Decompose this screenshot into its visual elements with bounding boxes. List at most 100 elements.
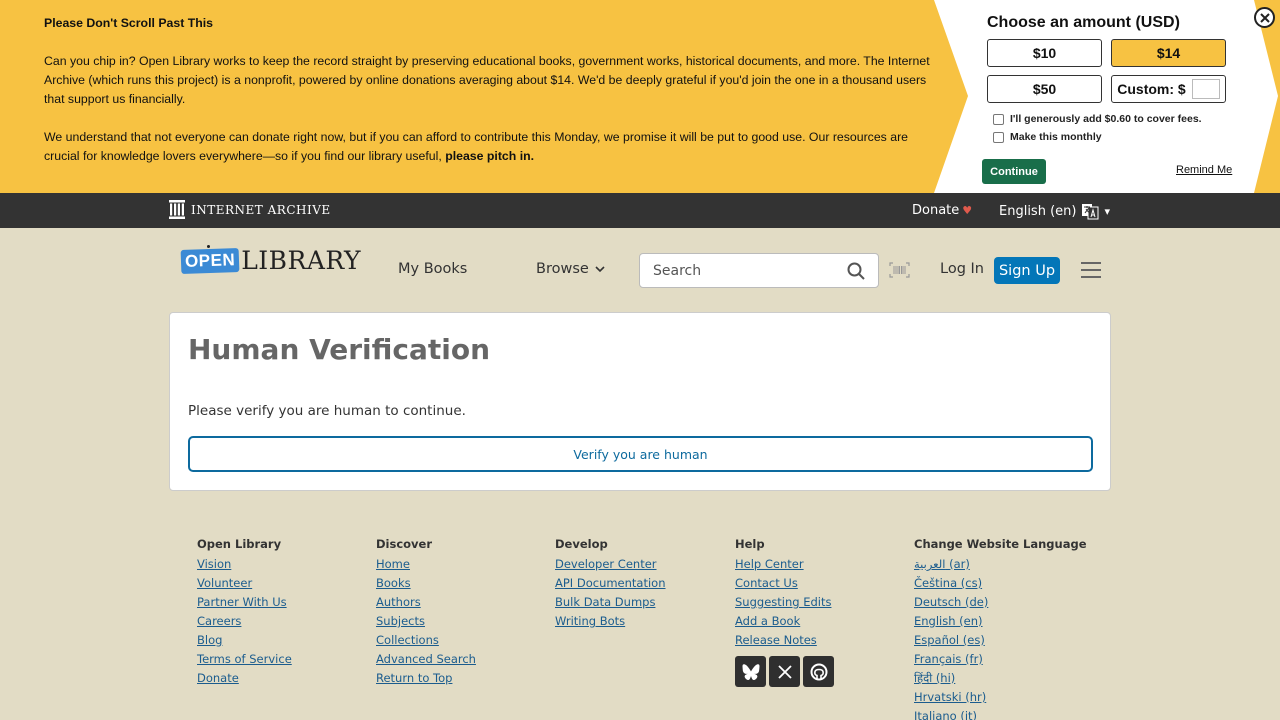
github-icon: [810, 663, 827, 680]
footer-column-language: Change Website Language العربية (ar) Češ…: [914, 537, 1087, 720]
footer-link-lang-ar[interactable]: العربية (ar): [914, 555, 1087, 574]
open-library-logo[interactable]: OPEN LIBRARY: [180, 246, 361, 275]
footer-link-careers[interactable]: Careers: [197, 612, 292, 631]
chevron-down-icon: ▾: [1104, 204, 1110, 218]
footer-heading: Help: [735, 537, 765, 551]
footer-link-home[interactable]: Home: [376, 555, 476, 574]
ia-donate-link[interactable]: Donate ♥: [912, 203, 972, 218]
footer-link-authors[interactable]: Authors: [376, 593, 476, 612]
footer-link-lang-hi[interactable]: हिंदी (hi): [914, 669, 1087, 688]
monthly-label: Make this monthly: [1010, 131, 1102, 143]
footer-link-bulk-data[interactable]: Bulk Data Dumps: [555, 593, 666, 612]
amount-14-button[interactable]: $14: [1111, 39, 1226, 67]
footer-link-lang-de[interactable]: Deutsch (de): [914, 593, 1087, 612]
footer-link-advanced-search[interactable]: Advanced Search: [376, 650, 476, 669]
bluesky-link[interactable]: [735, 656, 766, 687]
footer-column-discover: Discover Home Books Authors Subjects Col…: [376, 537, 476, 688]
log-in-link[interactable]: Log In: [940, 261, 984, 277]
footer-link-volunteer[interactable]: Volunteer: [197, 574, 292, 593]
search-input[interactable]: [653, 261, 833, 281]
banner-message: Please Don't Scroll Past This Can you ch…: [44, 14, 934, 185]
footer-link-lang-es[interactable]: Español (es): [914, 631, 1087, 650]
barcode-icon: [889, 262, 910, 278]
logo-library-text: LIBRARY: [241, 246, 361, 275]
heart-icon: ♥: [962, 204, 973, 217]
footer-link-return-top[interactable]: Return to Top: [376, 669, 476, 688]
continue-button[interactable]: Continue: [982, 159, 1046, 184]
footer-link-lang-hr[interactable]: Hrvatski (hr): [914, 688, 1087, 707]
footer-link-writing-bots[interactable]: Writing Bots: [555, 612, 666, 631]
footer-link-lang-it[interactable]: Italiano (it): [914, 707, 1087, 720]
barcode-scanner-button[interactable]: [889, 262, 910, 282]
footer-link-contact[interactable]: Contact Us: [735, 574, 834, 593]
bluesky-icon: [742, 663, 759, 680]
monthly-option[interactable]: Make this monthly: [993, 131, 1102, 143]
amount-50-button[interactable]: $50: [987, 75, 1102, 103]
custom-amount-label: Custom: $: [1117, 81, 1186, 97]
footer-link-api-docs[interactable]: API Documentation: [555, 574, 666, 593]
pitch-in-text: please pitch in.: [445, 149, 535, 163]
footer-link-books[interactable]: Books: [376, 574, 476, 593]
cover-fees-label: I'll generously add $0.60 to cover fees.: [1010, 113, 1202, 125]
monthly-checkbox[interactable]: [993, 131, 1004, 143]
ia-donate-label: Donate: [912, 203, 960, 218]
footer-link-subjects[interactable]: Subjects: [376, 612, 476, 631]
footer-link-lang-cs[interactable]: Čeština (cs): [914, 574, 1087, 593]
footer-link-terms[interactable]: Terms of Service: [197, 650, 292, 669]
browse-menu[interactable]: Browse: [536, 261, 605, 277]
github-link[interactable]: [803, 656, 834, 687]
footer-column-help: Help Help Center Contact Us Suggesting E…: [735, 537, 834, 687]
footer-link-lang-fr[interactable]: Français (fr): [914, 650, 1087, 669]
chevron-down-icon: [595, 265, 605, 272]
footer-link-help-center[interactable]: Help Center: [735, 555, 834, 574]
banner-paragraph-1: Can you chip in? Open Library works to k…: [44, 54, 930, 106]
search-button[interactable]: [847, 262, 865, 284]
social-links: [735, 656, 834, 687]
custom-amount-input[interactable]: [1191, 79, 1220, 99]
verify-human-button[interactable]: Verify you are human: [188, 436, 1093, 472]
footer-link-lang-en[interactable]: English (en): [914, 612, 1087, 631]
translate-icon: [1082, 204, 1099, 220]
amount-10-button[interactable]: $10: [987, 39, 1102, 67]
footer-link-donate[interactable]: Donate: [197, 669, 292, 688]
footer-link-vision[interactable]: Vision: [197, 555, 292, 574]
hamburger-menu-icon[interactable]: [1081, 262, 1101, 278]
footer-link-blog[interactable]: Blog: [197, 631, 292, 650]
verification-card: Human Verification Please verify you are…: [169, 312, 1111, 491]
footer-heading: Discover: [376, 537, 433, 551]
search-icon: [847, 262, 865, 280]
sign-up-button[interactable]: Sign Up: [994, 257, 1060, 284]
footer-link-suggesting-edits[interactable]: Suggesting Edits: [735, 593, 834, 612]
internet-archive-text: INTERNET ARCHIVE: [191, 202, 331, 217]
remind-me-link[interactable]: Remind Me: [1176, 164, 1232, 176]
amount-title: Choose an amount (USD): [987, 14, 1180, 31]
x-icon: [777, 664, 792, 679]
footer-link-collections[interactable]: Collections: [376, 631, 476, 650]
my-books-link[interactable]: My Books: [398, 261, 467, 277]
close-banner-button[interactable]: [1254, 7, 1275, 28]
internet-archive-logo[interactable]: INTERNET ARCHIVE: [169, 200, 331, 219]
footer-heading: Develop: [555, 537, 608, 551]
cover-fees-option[interactable]: I'll generously add $0.60 to cover fees.: [993, 113, 1202, 125]
footer-heading: Change Website Language: [914, 537, 1087, 551]
footer-heading: Open Library: [197, 537, 282, 551]
footer-link-release-notes[interactable]: Release Notes: [735, 631, 834, 650]
banner-paragraph-2: We understand that not everyone can dona…: [44, 128, 934, 166]
x-link[interactable]: [769, 656, 800, 687]
footer-link-developer-center[interactable]: Developer Center: [555, 555, 666, 574]
browse-label: Browse: [536, 261, 589, 277]
footer-link-add-book[interactable]: Add a Book: [735, 612, 834, 631]
internet-archive-bar: INTERNET ARCHIVE Donate ♥ English (en) ▾: [0, 193, 1280, 228]
cover-fees-checkbox[interactable]: [993, 113, 1004, 125]
footer-column-open-library: Open Library Vision Volunteer Partner Wi…: [197, 537, 292, 688]
language-selector[interactable]: English (en) ▾: [999, 202, 1110, 220]
verification-message: Please verify you are human to continue.: [188, 403, 466, 419]
donation-banner: Please Don't Scroll Past This Can you ch…: [0, 0, 1280, 193]
custom-amount-field[interactable]: Custom: $: [1111, 75, 1226, 103]
archive-building-icon: [169, 200, 185, 219]
logo-open-text: OPEN: [180, 247, 240, 274]
search-box: [639, 253, 879, 288]
footer-link-partner[interactable]: Partner With Us: [197, 593, 292, 612]
banner-title: Please Don't Scroll Past This: [44, 16, 213, 30]
footer-column-develop: Develop Developer Center API Documentati…: [555, 537, 666, 631]
